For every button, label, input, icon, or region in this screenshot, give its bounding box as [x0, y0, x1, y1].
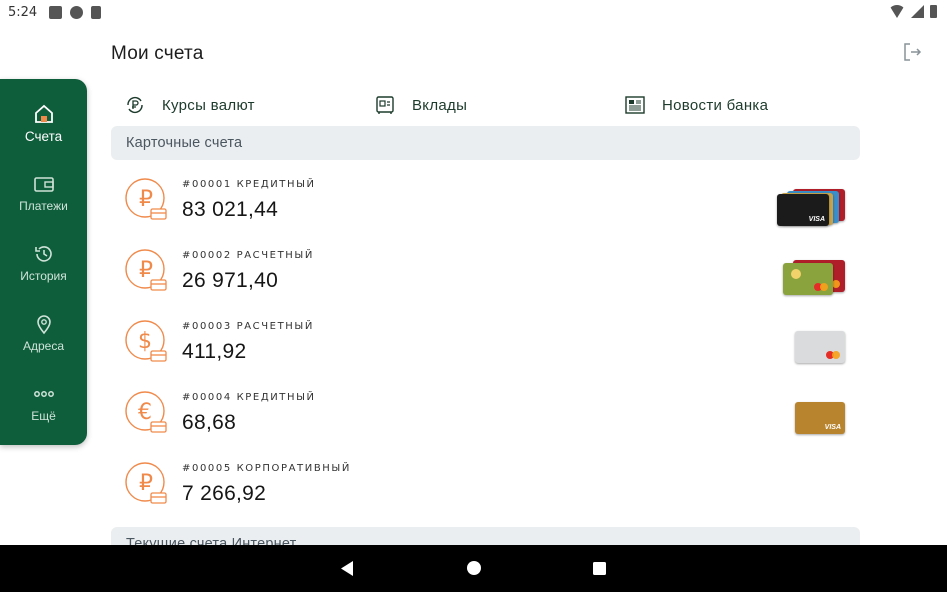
- quick-link-currency-rates[interactable]: Курсы валют: [124, 92, 255, 118]
- account-balance: 26 971,40: [182, 269, 279, 292]
- card-thumbnail: [795, 331, 845, 363]
- card-emblem: [791, 269, 801, 279]
- account-balance: 7 266,92: [182, 482, 267, 505]
- wifi-icon: [889, 5, 905, 18]
- account-row[interactable]: ₽ #00001 КРЕДИТНЫЙ 83 021,44 VISA: [111, 170, 860, 240]
- history-icon: [34, 246, 52, 262]
- nav-label-more: Ещё: [31, 409, 56, 423]
- recents-button[interactable]: [592, 561, 607, 576]
- nav-item-more[interactable]: Ещё: [0, 373, 87, 433]
- card-thumbnail: VISA: [795, 402, 845, 434]
- notification-app-icon: [70, 5, 84, 19]
- page-title: Мои счета: [111, 43, 204, 64]
- system-navigation-bar: [0, 545, 947, 592]
- account-balance: 411,92: [182, 340, 247, 363]
- section-header-card-accounts: Карточные счета: [111, 126, 860, 160]
- ruble-account-icon: ₽: [125, 178, 167, 220]
- visa-logo: VISA: [808, 216, 825, 223]
- nav-label-history: История: [20, 269, 67, 283]
- quick-link-deposits[interactable]: Вклады: [374, 92, 467, 118]
- app-screen: 5:24 Мои счета Счета Платежи История Адр…: [0, 0, 947, 592]
- account-name: #00001 КРЕДИТНЫЙ: [182, 179, 316, 190]
- more-dots-icon: [33, 391, 54, 397]
- quick-link-bank-news[interactable]: Новости банка: [624, 92, 768, 118]
- location-pin-icon: [36, 315, 51, 335]
- nav-item-addresses[interactable]: Адреса: [0, 303, 87, 363]
- back-button[interactable]: [339, 560, 355, 577]
- account-name: #00003 РАСЧЕТНЫЙ: [182, 321, 314, 332]
- svg-text:$: $: [138, 329, 152, 354]
- currency-rates-icon: [127, 96, 143, 114]
- ruble-account-icon: ₽: [125, 462, 167, 504]
- nav-item-history[interactable]: История: [0, 233, 87, 293]
- account-row[interactable]: ₽ #00002 РАСЧЕТНЫЙ 26 971,40: [111, 241, 860, 311]
- quick-link-label: Курсы валют: [162, 96, 255, 114]
- account-balance: 68,68: [182, 411, 237, 434]
- nav-label-payments: Платежи: [19, 199, 68, 213]
- card-stack: [775, 241, 855, 311]
- quick-link-label: Новости банка: [662, 96, 769, 114]
- nav-item-payments[interactable]: Платежи: [0, 163, 87, 223]
- status-right-icons: [889, 5, 937, 18]
- home-icon: [34, 104, 53, 123]
- battery-icon: [930, 5, 937, 18]
- news-icon: [625, 96, 645, 114]
- svg-text:₽: ₽: [139, 258, 153, 283]
- mastercard-logo: [814, 283, 828, 291]
- sd-card-icon: [91, 5, 102, 19]
- euro-account-icon: €: [125, 391, 167, 433]
- svg-text:₽: ₽: [139, 187, 153, 212]
- account-balance: 83 021,44: [182, 198, 279, 221]
- svg-text:€: €: [138, 400, 152, 425]
- account-name: #00005 КОРПОРАТИВНЫЙ: [182, 463, 351, 474]
- account-row[interactable]: ₽ #00005 КОРПОРАТИВНЫЙ 7 266,92: [111, 454, 860, 524]
- side-navigation: Счета Платежи История Адреса Ещё: [0, 79, 87, 445]
- quick-link-label: Вклады: [412, 96, 468, 114]
- card-thumbnail: VISA: [777, 194, 829, 226]
- account-row[interactable]: € #00004 КРЕДИТНЫЙ 68,68 VISA: [111, 383, 860, 453]
- nav-label-addresses: Адреса: [22, 339, 65, 353]
- logout-icon: [904, 43, 922, 61]
- ruble-account-icon: ₽: [125, 249, 167, 291]
- notification-a-icon: [49, 5, 63, 19]
- card-stack: VISA: [775, 383, 855, 453]
- svg-text:₽: ₽: [139, 471, 153, 496]
- account-name: #00004 КРЕДИТНЫЙ: [182, 392, 316, 403]
- status-time: 5:24: [8, 4, 38, 20]
- wallet-icon: [33, 177, 54, 192]
- dollar-account-icon: $: [125, 320, 167, 362]
- home-button[interactable]: [466, 560, 482, 576]
- logout-button[interactable]: [901, 41, 923, 63]
- visa-logo: VISA: [824, 424, 841, 431]
- status-bar: 5:24: [0, 0, 947, 24]
- card-stack: VISA: [775, 170, 855, 240]
- card-stack: [775, 312, 855, 382]
- card-thumbnail: [783, 263, 833, 295]
- mastercard-logo: [826, 351, 840, 359]
- signal-icon: [911, 5, 924, 18]
- nav-item-accounts[interactable]: Счета: [0, 93, 87, 153]
- nav-label-accounts: Счета: [24, 128, 63, 144]
- account-name: #00002 РАСЧЕТНЫЙ: [182, 250, 314, 261]
- safe-icon: [376, 96, 394, 114]
- account-row[interactable]: $ #00003 РАСЧЕТНЫЙ 411,92: [111, 312, 860, 382]
